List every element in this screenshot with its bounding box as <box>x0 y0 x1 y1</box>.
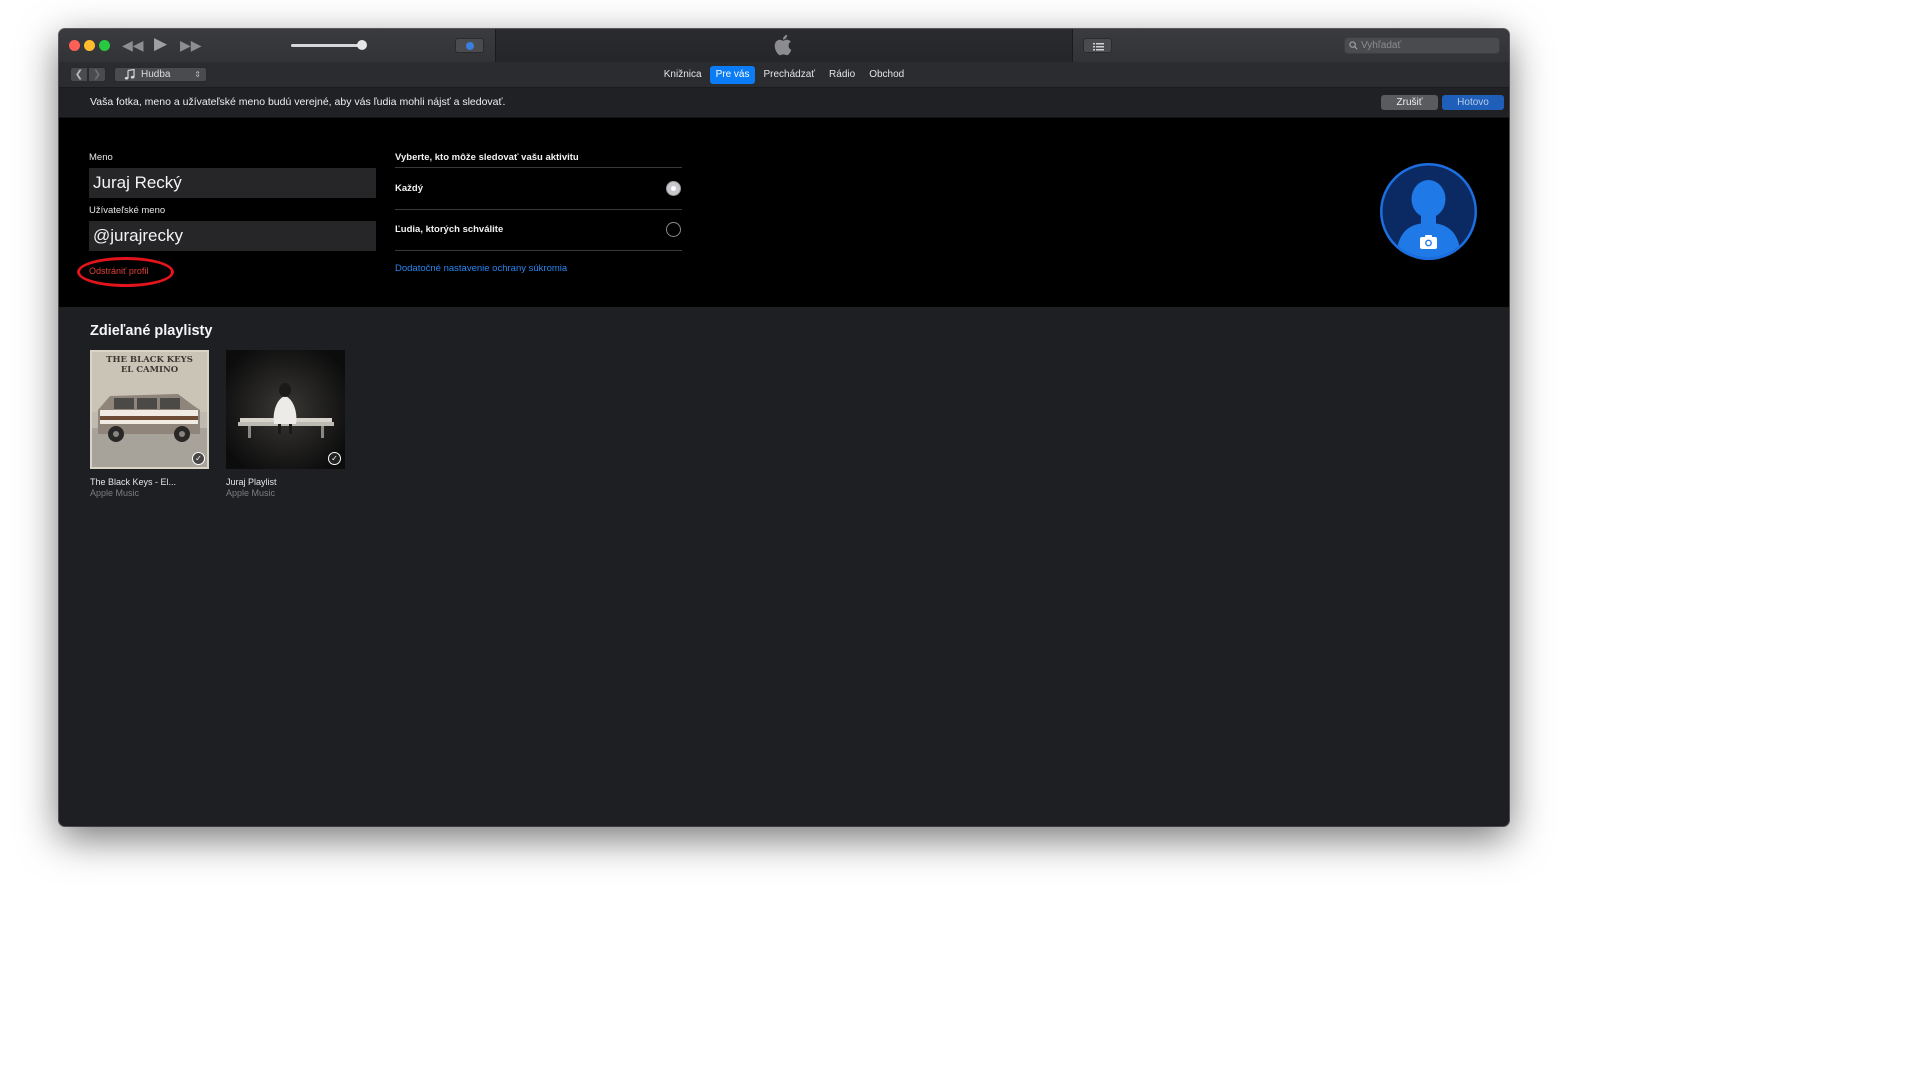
name-label: Meno <box>89 152 113 163</box>
volume-slider[interactable] <box>291 44 361 47</box>
rewind-icon[interactable]: ◀◀ <box>122 36 144 54</box>
privacy-title: Vyberte, kto môže sledovať vašu aktivitu <box>395 152 579 163</box>
edit-profile-notice: Vaša fotka, meno a užívateľské meno budú… <box>59 88 1509 118</box>
checkmark-icon: ✓ <box>328 452 341 465</box>
highlight-annotation <box>77 257 174 287</box>
status-display <box>495 29 1073 62</box>
playlist-subtitle: Apple Music <box>90 488 140 498</box>
airplay-button[interactable] <box>455 38 484 53</box>
search-placeholder: Vyhľadať <box>1361 40 1402 51</box>
playlist-cover[interactable]: THE BLACK KEYS EL CAMINO ✓ <box>90 350 209 469</box>
notice-text: Vaša fotka, meno a užívateľské meno budú… <box>90 96 506 108</box>
album-text-2: EL CAMINO <box>121 365 179 375</box>
username-field[interactable]: @jurajrecky <box>89 221 376 251</box>
playlist-cover[interactable]: ✓ <box>226 350 345 469</box>
search-icon <box>1349 41 1358 50</box>
tab-browse[interactable]: Prechádzať <box>757 66 821 84</box>
title-bar: ◀◀ ▶ ▶▶ Vyhľadať <box>59 29 1509 62</box>
list-button[interactable] <box>1083 38 1112 53</box>
volume-knob[interactable] <box>357 40 367 50</box>
search-input[interactable]: Vyhľadať <box>1344 37 1500 54</box>
playlist-card[interactable]: THE BLACK KEYS EL CAMINO ✓ The Black Key… <box>90 350 211 498</box>
checkmark-icon: ✓ <box>192 452 205 465</box>
album-art <box>226 350 345 469</box>
album-text-1: THE BLACK KEYS <box>106 355 193 365</box>
cancel-button[interactable]: Zrušiť <box>1381 95 1438 110</box>
tab-for-you[interactable]: Pre vás <box>709 66 756 84</box>
maximize-icon[interactable] <box>99 40 110 51</box>
privacy-option-everyone[interactable]: Každý <box>395 183 423 194</box>
playlist-title[interactable]: Juraj Playlist <box>226 477 347 487</box>
tab-store[interactable]: Obchod <box>863 66 910 84</box>
privacy-settings-link[interactable]: Dodatočné nastavenie ochrany súkromia <box>395 263 567 274</box>
itunes-window: ◀◀ ▶ ▶▶ Vyhľadať ❮ ❯ Hudba ⇕ Knižnica Pr… <box>59 29 1509 826</box>
section-tabs: Knižnica Pre vás Prechádzať Rádio Obchod <box>59 66 1509 84</box>
playlist-card[interactable]: ✓ Juraj Playlist Apple Music <box>226 350 347 498</box>
playlist-title[interactable]: The Black Keys - El... <box>90 477 211 487</box>
close-icon[interactable] <box>69 40 80 51</box>
album-art: THE BLACK KEYS EL CAMINO <box>90 350 209 469</box>
divider <box>395 209 682 210</box>
name-field[interactable]: Juraj Recký <box>89 168 376 198</box>
radio-approved[interactable] <box>666 222 681 237</box>
apple-logo-icon <box>774 34 792 56</box>
play-icon[interactable]: ▶ <box>154 35 167 53</box>
list-icon <box>1093 43 1104 51</box>
camera-icon <box>1420 235 1437 249</box>
fast-forward-icon[interactable]: ▶▶ <box>180 36 202 54</box>
airplay-icon <box>466 42 474 50</box>
navigation-toolbar: ❮ ❯ Hudba ⇕ Knižnica Pre vás Prechádzať … <box>59 62 1509 88</box>
shared-playlists-title: Zdieľané playlisty <box>90 323 213 339</box>
minimize-icon[interactable] <box>84 40 95 51</box>
divider <box>395 250 682 251</box>
divider <box>395 167 682 168</box>
profile-editor: Meno Juraj Recký Užívateľské meno @juraj… <box>59 118 1509 307</box>
avatar[interactable] <box>1378 161 1479 262</box>
playlist-subtitle: Apple Music <box>226 488 276 498</box>
done-button[interactable]: Hotovo <box>1442 95 1504 110</box>
privacy-option-approved[interactable]: Ľudia, ktorých schválite <box>395 224 503 235</box>
tab-radio[interactable]: Rádio <box>823 66 861 84</box>
tab-library[interactable]: Knižnica <box>658 66 708 84</box>
username-label: Užívateľské meno <box>89 205 166 216</box>
radio-everyone[interactable] <box>666 181 681 196</box>
